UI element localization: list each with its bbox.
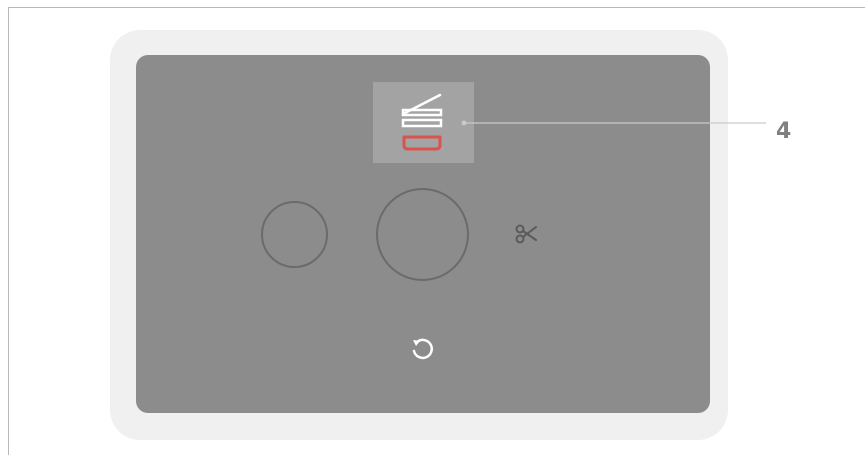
callout-number-label: 4	[776, 119, 792, 144]
callout-leader-line	[461, 120, 766, 126]
